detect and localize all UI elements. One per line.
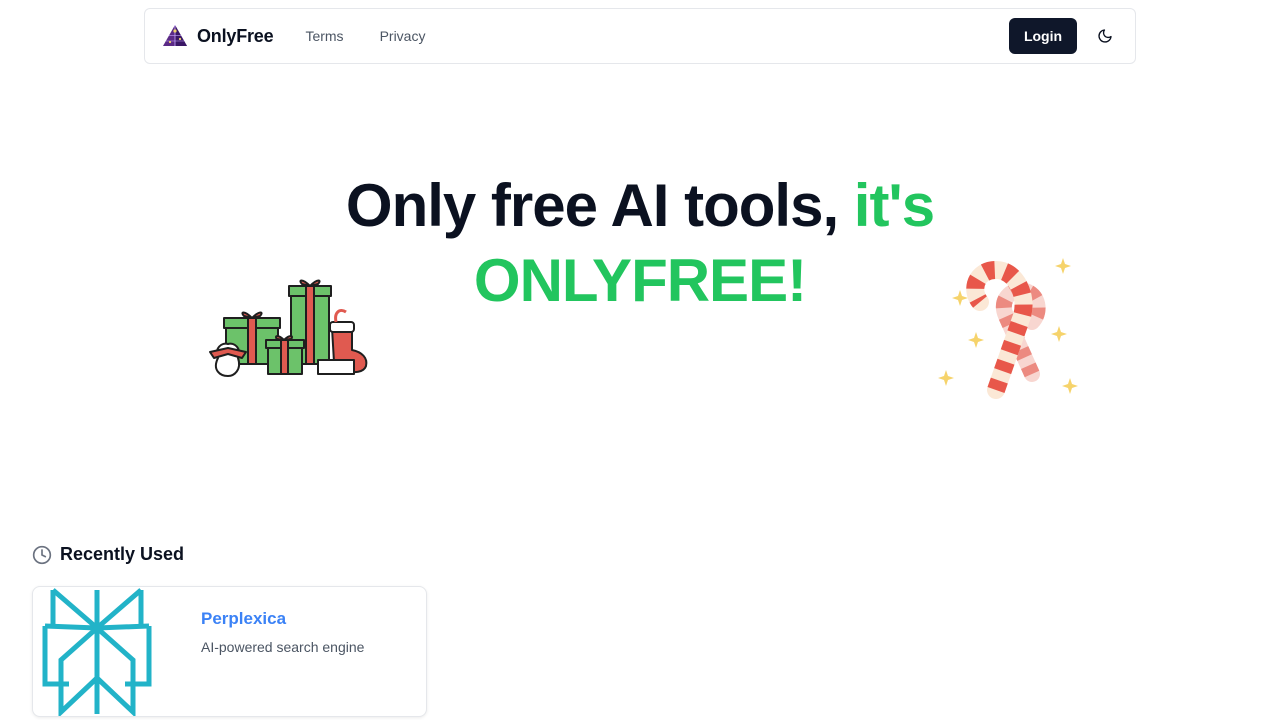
login-button[interactable]: Login bbox=[1009, 18, 1077, 54]
recently-used-header: Recently Used bbox=[32, 544, 184, 565]
tool-card-description: AI-powered search engine bbox=[201, 639, 365, 655]
recently-used-title: Recently Used bbox=[60, 544, 185, 564]
perplexica-logo-icon bbox=[33, 587, 161, 716]
hero-line1-green: it's bbox=[853, 172, 935, 239]
tool-card-title[interactable]: Perplexica bbox=[201, 609, 364, 629]
nav-link-terms[interactable]: Terms bbox=[305, 28, 343, 44]
hero-line1-dark: Only free AI tools, bbox=[345, 172, 839, 239]
christmas-gifts-illustration bbox=[209, 279, 368, 377]
nav-link-privacy[interactable]: Privacy bbox=[380, 28, 426, 44]
tool-card-perplexica[interactable]: Perplexica AI-powered search engine bbox=[32, 586, 427, 717]
top-navbar: OnlyFree Terms Privacy Login bbox=[144, 8, 1136, 64]
brand-name: OnlyFree bbox=[197, 25, 274, 46]
hero-heading: Only free AI tools, it's ONLYFREE! bbox=[0, 168, 1280, 318]
clock-icon bbox=[32, 545, 52, 564]
moon-icon bbox=[1098, 29, 1112, 43]
tool-card-body: Perplexica AI-powered search engine bbox=[161, 587, 364, 716]
nav-links: Terms Privacy bbox=[305, 28, 425, 44]
nav-actions: Login bbox=[1009, 18, 1119, 54]
hero-line2-green: ONLYFREE! bbox=[473, 247, 807, 314]
brand-link[interactable]: OnlyFree bbox=[161, 22, 274, 50]
theme-toggle-button[interactable] bbox=[1091, 22, 1119, 50]
candy-canes-illustration bbox=[938, 258, 1078, 399]
pyramid-logo-icon bbox=[163, 25, 187, 46]
